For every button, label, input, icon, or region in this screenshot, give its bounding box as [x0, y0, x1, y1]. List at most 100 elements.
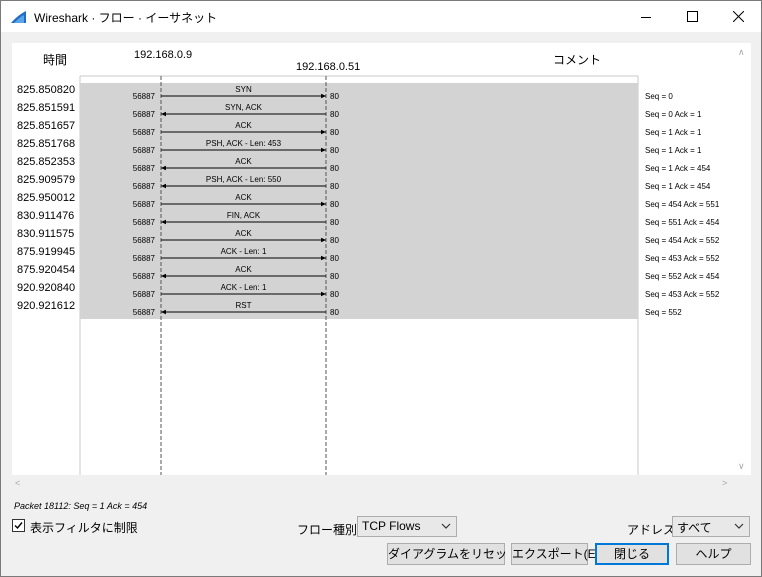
- row-port-a: 56887: [133, 236, 156, 245]
- row-time: 825.850820: [17, 84, 75, 96]
- row-port-b: 80: [330, 146, 339, 155]
- title-bar: Wireshark · フロー · イーサネット: [1, 1, 761, 32]
- limit-display-filter-label[interactable]: 表示フィルタに制限: [30, 519, 138, 536]
- row-time: 825.851591: [17, 102, 75, 114]
- help-button[interactable]: ヘルプ: [676, 543, 751, 565]
- row-time: 830.911575: [17, 228, 74, 240]
- horizontal-scrollbar[interactable]: < >: [12, 475, 734, 492]
- row-label: ACK: [235, 121, 252, 130]
- row-port-a: 56887: [133, 182, 156, 191]
- row-time: 920.921612: [17, 300, 75, 312]
- row-label: FIN, ACK: [227, 211, 261, 220]
- row-port-a: 56887: [133, 272, 156, 281]
- close-window-button[interactable]: [715, 1, 761, 32]
- scroll-left-icon[interactable]: <: [15, 478, 20, 488]
- row-comment: Seq = 453 Ack = 552: [645, 254, 720, 263]
- host-a-label: 192.168.0.9: [134, 49, 192, 61]
- row-comment: Seq = 1 Ack = 1: [645, 128, 702, 137]
- row-port-a: 56887: [133, 290, 156, 299]
- flow-diagram[interactable]: 時間 コメント 192.168.0.9 192.168.0.51 825.850…: [12, 43, 734, 475]
- row-label: SYN, ACK: [225, 103, 263, 112]
- row-comment: Seq = 1 Ack = 454: [645, 182, 711, 191]
- chevron-down-icon: [734, 523, 744, 529]
- close-button[interactable]: 閉じる: [595, 543, 669, 565]
- row-time: 920.920840: [17, 282, 75, 294]
- row-comment: Seq = 552 Ack = 454: [645, 272, 720, 281]
- address-label: アドレス:: [627, 523, 679, 537]
- row-label: ACK - Len: 1: [221, 283, 267, 292]
- row-comment: Seq = 551 Ack = 454: [645, 218, 720, 227]
- row-port-b: 80: [330, 218, 339, 227]
- row-time: 825.852353: [17, 156, 75, 168]
- scroll-up-icon[interactable]: ∧: [738, 47, 745, 57]
- row-port-b: 80: [330, 236, 339, 245]
- window-title: Wireshark · フロー · イーサネット: [34, 11, 218, 25]
- row-port-a: 56887: [133, 92, 156, 101]
- row-label: ACK: [235, 265, 252, 274]
- row-port-b: 80: [330, 110, 339, 119]
- scroll-down-icon[interactable]: ∨: [738, 461, 745, 471]
- row-port-a: 56887: [133, 218, 156, 227]
- row-port-b: 80: [330, 290, 339, 299]
- flow-diagram-pane[interactable]: 時間 コメント 192.168.0.9 192.168.0.51 825.850…: [12, 43, 734, 475]
- row-port-a: 56887: [133, 146, 156, 155]
- row-time: 825.851657: [17, 120, 75, 132]
- limit-display-filter-checkbox[interactable]: [12, 519, 25, 532]
- address-select[interactable]: すべて: [672, 516, 750, 537]
- row-time: 875.919945: [17, 246, 75, 258]
- row-port-b: 80: [330, 308, 339, 317]
- export-button[interactable]: エクスポート(E): [511, 543, 600, 565]
- row-port-a: 56887: [133, 128, 156, 137]
- flow-type-label: フロー種別:: [297, 523, 361, 537]
- row-port-b: 80: [330, 164, 339, 173]
- row-time: 830.911476: [17, 210, 74, 222]
- row-comment: Seq = 454 Ack = 552: [645, 236, 720, 245]
- row-port-b: 80: [330, 200, 339, 209]
- row-port-b: 80: [330, 254, 339, 263]
- row-label: ACK: [235, 157, 252, 166]
- host-b-label: 192.168.0.51: [296, 61, 360, 73]
- time-column-header: 時間: [43, 53, 67, 67]
- row-port-a: 56887: [133, 308, 156, 317]
- row-time: 875.920454: [17, 264, 75, 276]
- selection-band: [80, 83, 638, 319]
- minimize-icon: [641, 16, 651, 18]
- row-comment: Seq = 454 Ack = 551: [645, 200, 720, 209]
- row-port-a: 56887: [133, 110, 156, 119]
- flow-type-value: TCP Flows: [362, 519, 421, 533]
- reset-diagram-button[interactable]: ダイアグラムをリセット(R): [387, 543, 536, 565]
- row-label: ACK: [235, 229, 252, 238]
- row-comment: Seq = 0 Ack = 1: [645, 110, 702, 119]
- maximize-button[interactable]: [669, 1, 715, 32]
- vertical-scrollbar[interactable]: ∧ ∨: [734, 43, 751, 475]
- row-label: SYN: [235, 85, 252, 94]
- row-label: PSH, ACK - Len: 550: [206, 175, 282, 184]
- maximize-icon: [686, 11, 698, 22]
- row-port-a: 56887: [133, 164, 156, 173]
- row-port-b: 80: [330, 128, 339, 137]
- row-comment: Seq = 453 Ack = 552: [645, 290, 720, 299]
- address-value: すべて: [677, 521, 712, 535]
- row-port-b: 80: [330, 272, 339, 281]
- row-port-a: 56887: [133, 200, 156, 209]
- row-comment: Seq = 1 Ack = 454: [645, 164, 711, 173]
- minimize-button[interactable]: [623, 1, 669, 32]
- row-label: PSH, ACK - Len: 453: [206, 139, 282, 148]
- close-icon: [732, 11, 744, 22]
- chevron-down-icon: [441, 523, 451, 529]
- row-port-a: 56887: [133, 254, 156, 263]
- row-label: ACK - Len: 1: [221, 247, 267, 256]
- row-comment: Seq = 1 Ack = 1: [645, 146, 702, 155]
- row-time: 825.909579: [17, 174, 75, 186]
- packet-status-text: Packet 18112: Seq = 1 Ack = 454: [14, 501, 148, 511]
- wireshark-fin-icon: [11, 11, 26, 23]
- row-port-b: 80: [330, 182, 339, 191]
- row-comment: Seq = 0: [645, 92, 673, 101]
- scroll-right-icon[interactable]: >: [722, 478, 727, 488]
- row-port-b: 80: [330, 92, 339, 101]
- row-time: 825.950012: [17, 192, 75, 204]
- row-time: 825.851768: [17, 138, 75, 150]
- row-comment: Seq = 552: [645, 308, 682, 317]
- row-label: ACK: [235, 193, 252, 202]
- flow-type-select[interactable]: TCP Flows: [357, 516, 457, 537]
